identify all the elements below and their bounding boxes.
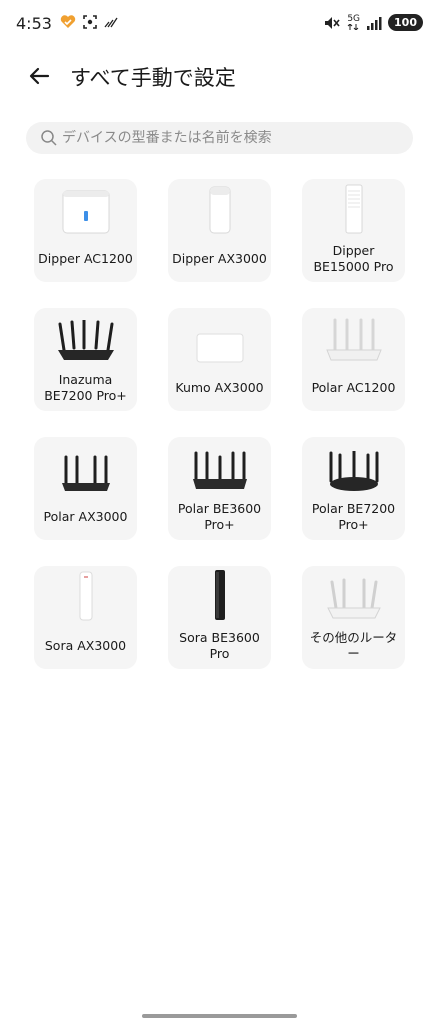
device-label: Inazuma BE7200 Pro+	[44, 371, 127, 403]
search-icon	[41, 130, 57, 146]
white-flat-router-icon	[196, 333, 243, 363]
mute-icon	[325, 16, 340, 29]
screenshot-icon	[83, 15, 97, 29]
gesture-nav-handle[interactable]	[142, 1014, 297, 1018]
device-card-other-router[interactable]: その他のルーター	[302, 566, 405, 669]
device-label: Polar BE7200 Pro+	[311, 500, 396, 532]
black-antenna-router-icon	[329, 451, 378, 491]
device-label: Polar AC1200	[311, 379, 396, 395]
device-card-sora-be3600-pro[interactable]: Sora BE3600 Pro	[168, 566, 271, 669]
device-card-kumo-ax3000[interactable]: Kumo AX3000	[168, 308, 271, 411]
device-card-sora-ax3000[interactable]: Sora AX3000	[34, 566, 137, 669]
device-label: Polar AX3000	[43, 508, 128, 524]
device-card-polar-be7200-pro-plus[interactable]: Polar BE7200 Pro+	[302, 437, 405, 540]
search-input[interactable]	[62, 130, 392, 146]
heart-check-icon	[60, 15, 76, 28]
black-antenna-router-icon	[192, 451, 247, 489]
device-card-inazuma-be7200-pro-plus[interactable]: Inazuma BE7200 Pro+	[34, 308, 137, 411]
white-tall-tower-router-icon	[345, 184, 362, 234]
device-label: Sora BE3600 Pro	[179, 629, 260, 661]
page-title: すべて手動で設定	[70, 66, 236, 90]
back-arrow-icon[interactable]	[26, 62, 54, 90]
black-tower-router-icon	[214, 570, 225, 620]
status-time: 4:53	[16, 14, 52, 33]
device-card-dipper-be15000-pro[interactable]: Dipper BE15000 Pro	[302, 179, 405, 282]
white-box-router-icon	[62, 190, 109, 234]
network-type: 5G	[347, 14, 361, 24]
device-card-polar-ac1200[interactable]: Polar AC1200	[302, 308, 405, 411]
black-antenna-router-icon	[57, 320, 114, 360]
white-antenna-router-icon	[326, 578, 381, 619]
device-label: Dipper BE15000 Pro	[313, 242, 394, 274]
cellular-signal-icon	[367, 16, 382, 30]
white-tower-router-icon	[209, 186, 230, 234]
device-label: Polar BE3600 Pro+	[177, 500, 262, 532]
device-card-polar-be3600-pro-plus[interactable]: Polar BE3600 Pro+	[168, 437, 271, 540]
device-grid: Dipper AC1200 Dipper AX3000 Dipper BE150…	[34, 179, 405, 669]
white-slim-tower-router-icon	[79, 571, 92, 621]
device-label: Sora AX3000	[44, 637, 127, 653]
status-bar: 4:53 5G 100	[0, 0, 439, 48]
search-bar[interactable]	[26, 122, 413, 154]
black-antenna-router-icon	[61, 455, 110, 491]
device-label: Dipper AX3000	[172, 250, 267, 266]
signal-off-icon	[104, 17, 118, 28]
header: すべて手動で設定	[0, 54, 439, 98]
device-label: Dipper AC1200	[38, 250, 133, 266]
data-arrows-icon	[347, 24, 359, 30]
white-antenna-router-icon	[325, 318, 382, 361]
device-card-dipper-ac1200[interactable]: Dipper AC1200	[34, 179, 137, 282]
device-label: Kumo AX3000	[175, 379, 264, 395]
battery-indicator: 100	[388, 14, 423, 31]
device-card-polar-ax3000[interactable]: Polar AX3000	[34, 437, 137, 540]
device-card-dipper-ax3000[interactable]: Dipper AX3000	[168, 179, 271, 282]
device-label: その他のルーター	[309, 629, 398, 661]
